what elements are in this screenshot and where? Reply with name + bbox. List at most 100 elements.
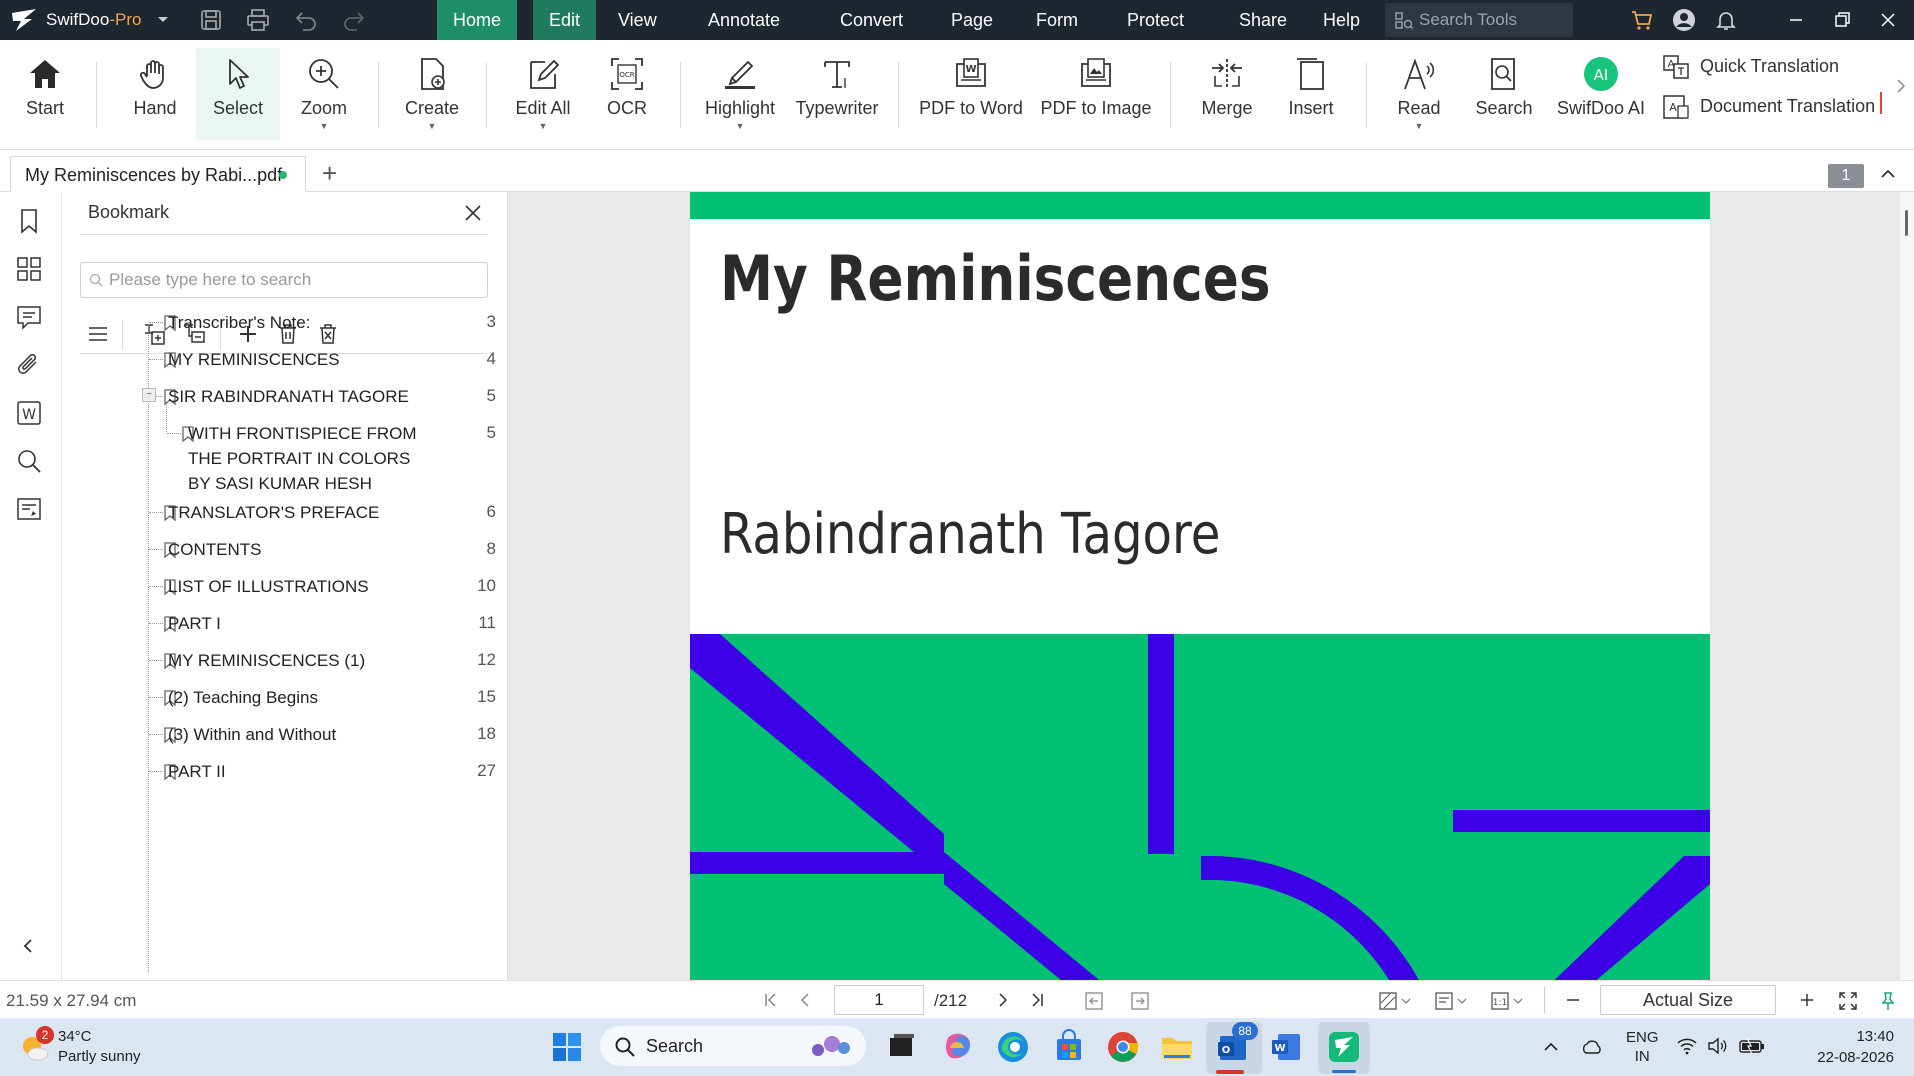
show-hidden-icons-icon[interactable]: [1542, 1038, 1560, 1056]
volume-icon[interactable]: [1706, 1036, 1728, 1056]
chrome-browser-icon[interactable]: [1104, 1028, 1142, 1066]
ocr-button[interactable]: OCR OCR: [594, 48, 660, 140]
zoom-out-icon[interactable]: [1564, 991, 1582, 1009]
menu-help[interactable]: Help: [1307, 0, 1376, 40]
input-language[interactable]: ENG IN: [1626, 1028, 1659, 1066]
search-button[interactable]: Search: [1466, 48, 1542, 140]
viewer-scrollbar[interactable]: [1900, 192, 1914, 980]
copilot-icon[interactable]: [940, 1028, 978, 1066]
swifdoo-app-icon[interactable]: [1325, 1028, 1363, 1066]
task-view-icon[interactable]: [882, 1028, 920, 1066]
quick-translation-button[interactable]: A Quick Translation: [1662, 54, 1902, 82]
expand-all-icon[interactable]: [86, 322, 110, 346]
next-view-icon[interactable]: [1130, 991, 1150, 1011]
previous-view-icon[interactable]: [1084, 991, 1104, 1011]
system-clock[interactable]: 13:40 22-08-2026: [1784, 1026, 1894, 1068]
undo-icon[interactable]: [294, 8, 318, 32]
ribbon-toolbar: Start Hand Select Zoom ▼ Create ▼ Edit A…: [0, 40, 1914, 150]
menu-share[interactable]: Share: [1223, 0, 1303, 40]
next-page-icon[interactable]: [994, 991, 1012, 1009]
menu-form[interactable]: Form: [1020, 0, 1094, 40]
file-explorer-icon[interactable]: [1158, 1028, 1196, 1066]
background-color-icon[interactable]: [1378, 991, 1412, 1011]
word-convert-icon[interactable]: W: [14, 398, 44, 428]
bookmark-panel-icon[interactable]: [14, 206, 44, 236]
highlight-button[interactable]: Highlight ▼: [696, 48, 784, 140]
zoom-level-select[interactable]: Actual Size: [1600, 985, 1776, 1015]
create-button[interactable]: Create ▼: [396, 48, 468, 140]
bookmark-search-input[interactable]: Please type here to search: [80, 262, 488, 298]
account-icon[interactable]: [1672, 8, 1696, 32]
collapse-panel-icon[interactable]: [18, 936, 38, 956]
print-icon[interactable]: [246, 8, 270, 32]
pdf-to-image-button[interactable]: PDF to Image: [1036, 48, 1156, 140]
start-button[interactable]: Start: [10, 48, 80, 140]
close-window-icon[interactable]: [1876, 8, 1900, 32]
microsoft-store-icon[interactable]: [1050, 1028, 1088, 1066]
hand-tool-button[interactable]: Hand: [118, 48, 192, 140]
read-button[interactable]: Read ▼: [1386, 48, 1452, 140]
search-panel-icon[interactable]: [14, 446, 44, 476]
search-tools-input[interactable]: Search Tools: [1385, 3, 1573, 37]
typewriter-button[interactable]: Typewriter: [790, 48, 884, 140]
save-icon[interactable]: [199, 8, 223, 32]
page-number-input[interactable]: 1: [834, 985, 924, 1015]
read-aloud-icon: [1404, 58, 1435, 90]
zoom-in-icon[interactable]: [1798, 991, 1816, 1009]
previous-page-icon[interactable]: [796, 991, 814, 1009]
page-layout-icon[interactable]: 1:1: [1490, 991, 1524, 1011]
restore-icon[interactable]: [1830, 8, 1854, 32]
collapse-node-icon[interactable]: −: [142, 388, 156, 402]
fullscreen-icon[interactable]: [1838, 991, 1858, 1011]
page-display-icon[interactable]: [1434, 991, 1468, 1011]
battery-icon[interactable]: [1738, 1036, 1766, 1056]
menu-protect[interactable]: Protect: [1111, 0, 1200, 40]
menu-convert[interactable]: Convert: [824, 0, 919, 40]
menu-home[interactable]: Home: [437, 0, 518, 40]
pdf-page: My Reminiscences Rabindranath Tagore: [690, 192, 1710, 980]
wifi-icon[interactable]: [1676, 1036, 1698, 1056]
last-page-icon[interactable]: [1028, 991, 1046, 1009]
onedrive-cloud-icon[interactable]: [1580, 1038, 1604, 1056]
comments-icon[interactable]: [14, 302, 44, 332]
windows-taskbar: 2 34°C Partly sunny Search O 88 W ENG IN …: [0, 1018, 1914, 1076]
app-menu-caret-icon[interactable]: [156, 12, 170, 26]
pdf-viewer[interactable]: My Reminiscences Rabindranath Tagore: [508, 192, 1900, 980]
menu-annotate[interactable]: Annotate: [692, 0, 796, 40]
swifdoo-ai-button[interactable]: AI SwifDoo AI: [1552, 48, 1650, 140]
taskbar-search-box[interactable]: Search: [600, 1026, 866, 1066]
windows-start-icon[interactable]: [548, 1028, 586, 1066]
first-page-icon[interactable]: [762, 991, 780, 1009]
svg-text:OCR: OCR: [619, 71, 634, 79]
edge-browser-icon[interactable]: [994, 1028, 1032, 1066]
bookmark-label: TRANSLATOR'S PREFACE: [168, 503, 380, 522]
weather-widget[interactable]: 2 34°C Partly sunny: [18, 1026, 178, 1070]
ribbon-scroll-right-icon[interactable]: [1894, 76, 1908, 96]
pdf-to-word-button[interactable]: W PDF to Word: [914, 48, 1028, 140]
word-app-icon[interactable]: W: [1268, 1028, 1306, 1066]
thumbnails-icon[interactable]: [14, 254, 44, 284]
menu-page[interactable]: Page: [935, 0, 1009, 40]
menu-edit[interactable]: Edit: [533, 0, 597, 40]
close-panel-icon[interactable]: [462, 202, 484, 224]
document-translation-button[interactable]: A Document Translation: [1662, 94, 1902, 122]
select-tool-button[interactable]: Select: [196, 48, 280, 140]
pin-icon[interactable]: [1878, 991, 1898, 1011]
scrollbar-thumb[interactable]: [1905, 210, 1908, 236]
zoom-button[interactable]: Zoom ▼: [288, 48, 360, 140]
menu-view[interactable]: View: [602, 0, 673, 40]
document-tab[interactable]: My Reminiscences by Rabi...pdf: [10, 156, 306, 192]
edit-all-button[interactable]: Edit All ▼: [506, 48, 580, 140]
notification-bell-icon[interactable]: [1714, 8, 1738, 32]
insert-label: Insert: [1288, 98, 1334, 118]
form-fields-icon[interactable]: [14, 494, 44, 524]
merge-button[interactable]: Merge: [1190, 48, 1264, 140]
edit-pencil-icon: [530, 59, 560, 89]
cart-icon[interactable]: [1630, 8, 1654, 32]
new-tab-button[interactable]: +: [322, 158, 337, 189]
minimize-icon[interactable]: [1784, 8, 1808, 32]
attachment-icon[interactable]: [14, 350, 44, 380]
insert-button[interactable]: Insert: [1276, 48, 1346, 140]
redo-icon[interactable]: [342, 8, 366, 32]
collapse-ribbon-icon[interactable]: [1878, 164, 1898, 184]
